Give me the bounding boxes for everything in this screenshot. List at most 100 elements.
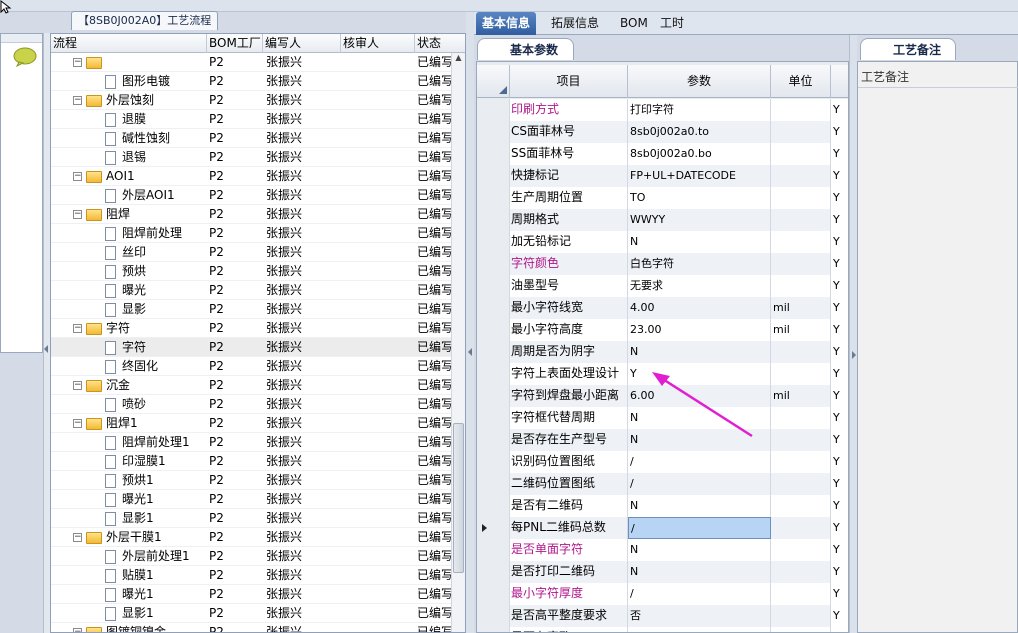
param-flag-cell[interactable]: Y (831, 187, 848, 209)
tree-row[interactable]: − 沉金 P2 张振兴 已编写 (51, 376, 453, 395)
row-indicator[interactable] (477, 363, 510, 385)
param-flag-cell[interactable]: Y (831, 407, 848, 429)
param-flag-cell[interactable]: Y (831, 561, 848, 583)
row-indicator[interactable] (477, 429, 510, 451)
tree-row[interactable]: 喷砂 P2 张振兴 已编写 (51, 395, 453, 414)
col-header-status[interactable]: 状态 (415, 34, 465, 53)
tree-vertical-scrollbar[interactable]: ▲ (451, 53, 465, 632)
tree-row[interactable]: 终固化 P2 张振兴 已编写 (51, 357, 453, 376)
tab-bom[interactable]: BOM (614, 12, 654, 35)
col-header-flow[interactable]: 流程 (51, 34, 207, 53)
tree-row[interactable]: 退膜 P2 张振兴 已编写 (51, 110, 453, 129)
param-unit-cell[interactable] (771, 451, 831, 473)
tree-row[interactable]: 字符 P2 张振兴 已编写 (51, 338, 453, 357)
param-unit-cell[interactable] (771, 407, 831, 429)
param-flag-cell[interactable]: Y (831, 121, 848, 143)
param-flag-cell[interactable]: Y (831, 99, 848, 121)
col-header-unit[interactable]: 单位 (771, 65, 831, 98)
chat-bubble-icon[interactable] (13, 47, 37, 67)
row-indicator[interactable] (477, 561, 510, 583)
param-flag-cell[interactable]: Y (831, 253, 848, 275)
param-value-cell[interactable]: N (628, 231, 771, 253)
param-flag-cell[interactable]: Y (831, 451, 848, 473)
param-value-cell[interactable]: N (628, 341, 771, 363)
param-row[interactable]: 油墨型号 无要求 Y (477, 275, 848, 297)
param-value-cell[interactable]: 8sb0j002a0.to (628, 121, 771, 143)
row-indicator[interactable] (477, 319, 510, 341)
collapse-left-arrow-icon[interactable] (44, 345, 48, 353)
tree-row[interactable]: 外层AOI1 P2 张振兴 已编写 (51, 186, 453, 205)
process-flow-title-tab[interactable]: 【8SB0J002A0】工艺流程 (71, 11, 219, 30)
param-value-cell[interactable]: / (628, 451, 771, 473)
param-row[interactable]: CS面菲林号 8sb0j002a0.to Y (477, 121, 848, 143)
param-value-cell[interactable]: 否 (628, 605, 771, 627)
collapse-toggle-icon[interactable]: − (73, 419, 82, 428)
param-row[interactable]: 最小字符厚度 / Y (477, 583, 848, 605)
param-row[interactable]: 识别码位置图纸 / Y (477, 451, 848, 473)
row-indicator[interactable] (477, 275, 510, 297)
param-unit-cell[interactable] (771, 275, 831, 297)
param-unit-cell[interactable] (771, 517, 831, 539)
scrollbar-thumb[interactable] (453, 423, 464, 573)
param-unit-cell[interactable] (771, 539, 831, 561)
left-splitter[interactable] (43, 33, 50, 633)
tree-row[interactable]: 阻焊前处理 P2 张振兴 已编写 (51, 224, 453, 243)
col-header-param[interactable]: 参数 (628, 65, 771, 98)
tree-row[interactable]: 外层前处理1 P2 张振兴 已编写 (51, 547, 453, 566)
param-value-cell[interactable]: 无要求 (628, 275, 771, 297)
tree-row[interactable]: 阻焊前处理1 P2 张振兴 已编写 (51, 433, 453, 452)
param-row[interactable]: 加无铅标记 N Y (477, 231, 848, 253)
param-flag-cell[interactable]: Y (831, 583, 848, 605)
tree-row[interactable]: 图形电镀 P2 张振兴 已编写 (51, 72, 453, 91)
tree-row[interactable]: 预烘 P2 张振兴 已编写 (51, 262, 453, 281)
tree-row[interactable]: 显影1 P2 张振兴 已编写 (51, 509, 453, 528)
row-indicator[interactable] (477, 627, 510, 632)
param-flag-cell[interactable]: Y (831, 165, 848, 187)
param-flag-cell[interactable]: Y (831, 385, 848, 407)
param-value-cell[interactable]: 23.00 (628, 319, 771, 341)
process-notes-panel[interactable]: 工艺备注 (857, 61, 1018, 633)
param-unit-cell[interactable] (771, 627, 831, 632)
param-flag-cell[interactable]: Y (831, 495, 848, 517)
param-flag-cell[interactable]: Y (831, 341, 848, 363)
param-flag-cell[interactable]: Y (831, 231, 848, 253)
tree-row[interactable]: 印湿膜1 P2 张振兴 已编写 (51, 452, 453, 471)
collapse-arrow-icon[interactable] (468, 348, 472, 356)
collapse-toggle-icon[interactable]: − (73, 210, 82, 219)
param-value-cell[interactable]: N (628, 561, 771, 583)
tree-row[interactable]: − 外层蚀刻 P2 张振兴 已编写 (51, 91, 453, 110)
param-row[interactable]: 是否有塞孔... Y (477, 627, 848, 632)
row-indicator[interactable] (477, 385, 510, 407)
tab-basic-info[interactable]: 基本信息 (476, 12, 537, 35)
row-indicator[interactable] (477, 517, 510, 539)
tree-row[interactable]: 丝印 P2 张振兴 已编写 (51, 243, 453, 262)
expand-arrow-icon[interactable] (852, 351, 856, 359)
tree-row[interactable]: 碱性蚀刻 P2 张振兴 已编写 (51, 129, 453, 148)
param-row[interactable]: 是否单面字符 N Y (477, 539, 848, 561)
param-value-cell[interactable]: 白色字符 (628, 253, 771, 275)
param-row[interactable]: 是否高平整度要求否 Y (477, 605, 848, 627)
tree-row[interactable]: 显影1 P2 张振兴 已编写 (51, 604, 453, 623)
collapse-toggle-icon[interactable]: − (73, 381, 82, 390)
row-indicator[interactable] (477, 187, 510, 209)
param-row[interactable]: 周期格式 WWYY Y (477, 209, 848, 231)
row-indicator[interactable] (477, 539, 510, 561)
row-indicator[interactable] (477, 605, 510, 627)
param-unit-cell[interactable] (771, 187, 831, 209)
collapse-toggle-icon[interactable]: − (73, 324, 82, 333)
tab-extended-info[interactable]: 拓展信息 (545, 12, 605, 35)
param-unit-cell[interactable] (771, 341, 831, 363)
collapse-toggle-icon[interactable]: − (73, 96, 82, 105)
tree-row[interactable]: − P2 张振兴 已编写 (51, 53, 453, 72)
param-value-cell[interactable]: / (628, 473, 771, 495)
param-row[interactable]: 周期是否为阴字 N Y (477, 341, 848, 363)
param-row[interactable]: 每PNL二维码总数 / Y (477, 517, 848, 539)
tree-row[interactable]: 退锡 P2 张振兴 已编写 (51, 148, 453, 167)
col-header-reviewer[interactable]: 核审人 (341, 34, 415, 53)
param-row[interactable]: 二维码位置图纸 / Y (477, 473, 848, 495)
param-value-cell[interactable]: / (628, 517, 771, 539)
param-value-cell[interactable]: 8sb0j002a0.bo (628, 143, 771, 165)
param-flag-cell[interactable]: Y (831, 209, 848, 231)
param-unit-cell[interactable] (771, 561, 831, 583)
param-flag-cell[interactable]: Y (831, 517, 848, 539)
